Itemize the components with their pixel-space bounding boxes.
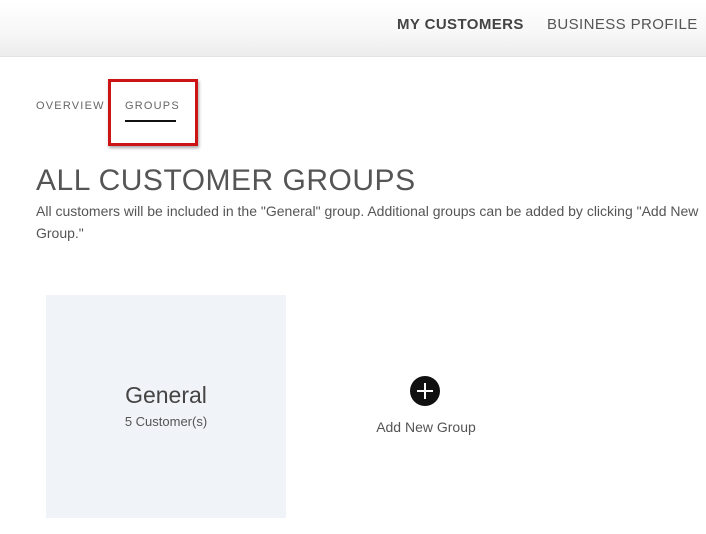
add-new-group-label[interactable]: Add New Group [366,419,486,435]
active-tab-underline [125,120,176,122]
page-title: ALL CUSTOMER GROUPS [36,164,416,197]
nav-business-profile[interactable]: BUSINESS PROFILE [547,16,698,33]
highlight-annotation-box [108,79,198,146]
page-description: All customers will be included in the "G… [36,203,699,241]
group-card-general[interactable]: General 5 Customer(s) [46,295,286,518]
add-new-group-button[interactable]: Add New Group [366,376,486,440]
plus-circle-icon[interactable] [410,376,440,406]
nav-my-customers[interactable]: MY CUSTOMERS [397,16,524,33]
tab-groups[interactable]: GROUPS [125,100,180,112]
top-navigation-bar: MY CUSTOMERS BUSINESS PROFILE [0,0,706,57]
tab-overview[interactable]: OVERVIEW [36,100,105,112]
group-customer-count: 5 Customer(s) [124,414,208,429]
group-name: General [125,382,207,408]
